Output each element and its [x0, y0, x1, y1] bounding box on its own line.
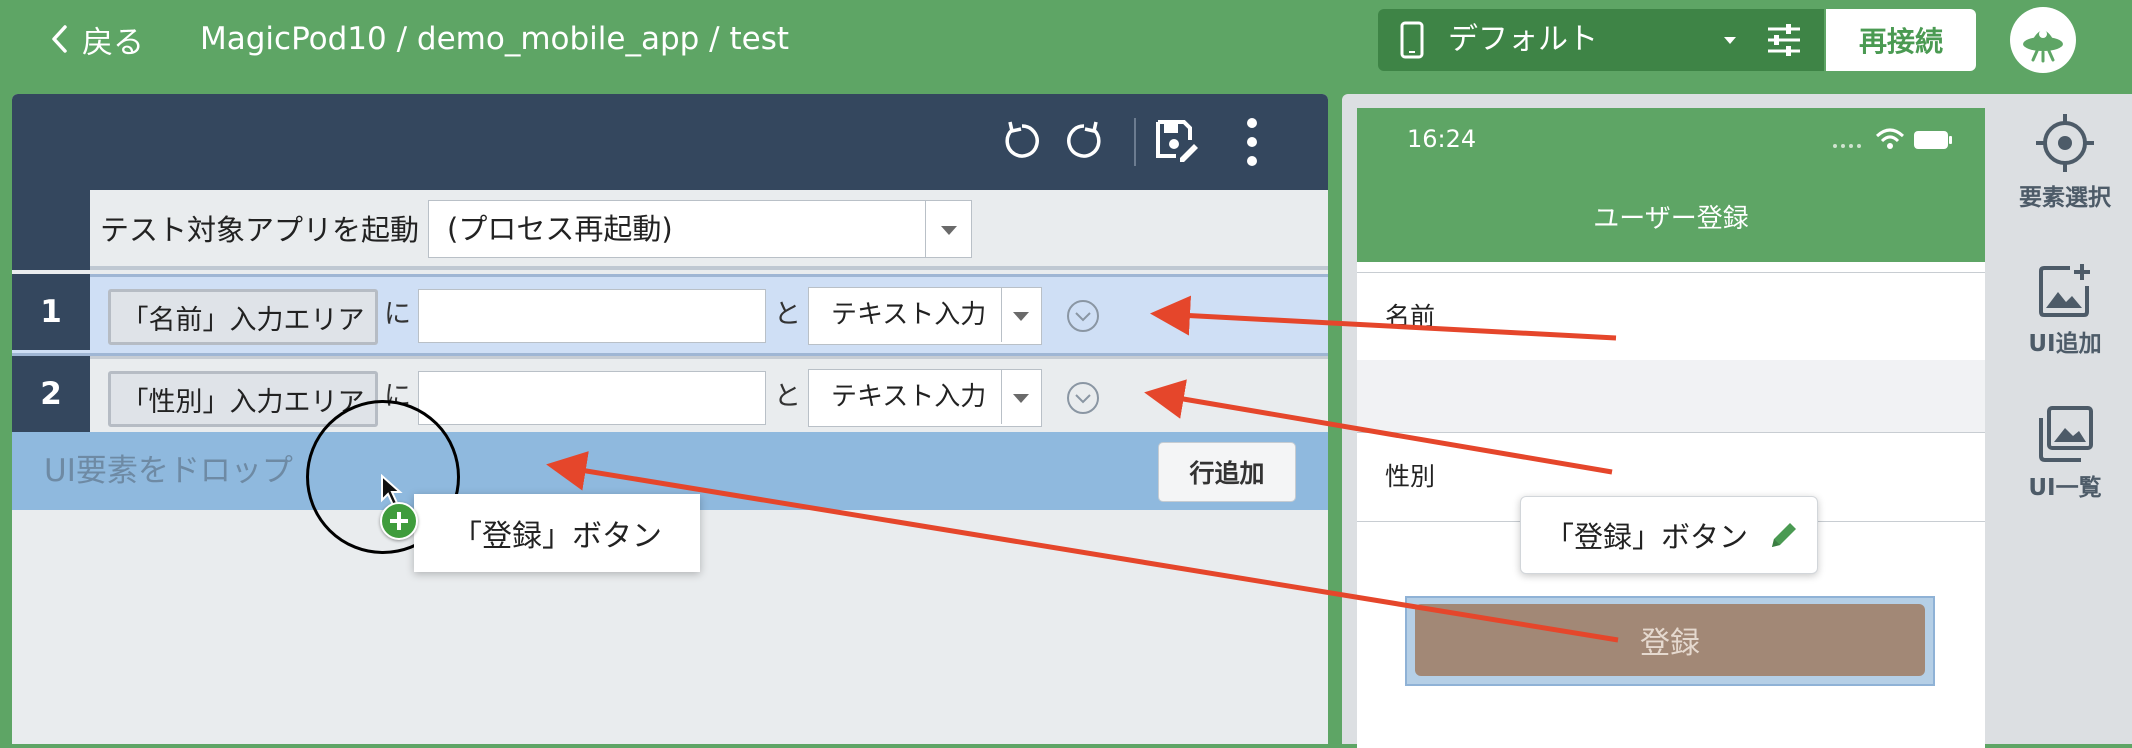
image-library-icon: [2039, 406, 2093, 462]
ui-list-label: UI一覧: [2028, 475, 2102, 501]
select-element-tool[interactable]: 要素選択: [2010, 112, 2120, 212]
editor-toolbar: [12, 94, 1328, 190]
more-vertical-icon[interactable]: [1246, 118, 1258, 166]
particle-to: と: [774, 299, 801, 330]
phone-icon: [1400, 21, 1424, 59]
back-button[interactable]: 戻る: [50, 14, 144, 64]
test-step-row[interactable]: 2 「性別」入力エリア に と テキスト入力: [12, 356, 1328, 435]
launch-option-dropdown-button[interactable]: [925, 201, 971, 257]
sliders-icon[interactable]: [1766, 23, 1802, 57]
add-row-button[interactable]: 行追加: [1158, 442, 1296, 502]
caret-down-icon: [1013, 394, 1029, 403]
back-label: 戻る: [82, 24, 144, 61]
text-value-input[interactable]: [418, 371, 766, 425]
reconnect-button[interactable]: 再接続: [1826, 9, 1976, 71]
redo-icon[interactable]: [1062, 118, 1106, 162]
row-number: 1: [12, 274, 90, 350]
particle-ni: に: [384, 299, 411, 330]
launch-step-label: テスト対象アプリを起動: [100, 213, 420, 247]
launch-option-value: (プロセス再起動): [447, 212, 673, 246]
row-number: 2: [12, 356, 90, 432]
ui-list-tool[interactable]: UI一覧: [2010, 404, 2120, 502]
breadcrumb: MagicPod10 / demo_mobile_app / test: [200, 21, 789, 57]
battery-icon: [1914, 131, 1952, 149]
caret-down-icon: [1013, 312, 1029, 321]
toolbar-divider: [1134, 118, 1136, 166]
particle-to: と: [774, 381, 801, 412]
expand-circle-icon[interactable]: [1066, 381, 1100, 415]
add-ui-tool[interactable]: UI追加: [2010, 262, 2120, 358]
plus-icon: [380, 502, 418, 540]
ufo-icon: [2023, 30, 2063, 63]
caret-down-icon: [940, 226, 957, 235]
action-select[interactable]: テキスト入力: [808, 369, 1042, 427]
test-editor-panel: テスト対象アプリを起動 (プロセス再起動) 1 「名前」入力エリア に と テキ…: [12, 94, 1328, 744]
phone-nav-title: ユーザー登録: [1357, 170, 1985, 262]
drag-element-label: 「登録」ボタン: [414, 494, 700, 572]
device-label: デフォルト: [1448, 22, 1598, 57]
action-value: テキスト入力: [831, 300, 987, 330]
phone-time: 16:24: [1407, 125, 1477, 153]
action-dropdown-button[interactable]: [1001, 288, 1040, 342]
phone-status-bar: 16:24: [1357, 108, 1985, 170]
save-edit-icon[interactable]: [1154, 118, 1200, 164]
device-selector[interactable]: デフォルト: [1378, 9, 1824, 71]
wifi-icon: [1875, 128, 1905, 149]
add-image-icon: [2039, 264, 2090, 317]
action-value: テキスト入力: [831, 382, 987, 412]
launch-option-select[interactable]: (プロセス再起動): [428, 200, 972, 258]
avatar[interactable]: [2010, 7, 2076, 73]
signal-icon: [1833, 144, 1861, 148]
phone-spacer: [1357, 360, 1985, 432]
action-select[interactable]: テキスト入力: [808, 287, 1042, 345]
expand-circle-icon[interactable]: [1066, 299, 1100, 333]
crosshair-icon: [2036, 114, 2094, 172]
action-dropdown-button[interactable]: [1001, 370, 1040, 424]
ui-element-chip[interactable]: 「名前」入力エリア: [108, 289, 378, 345]
undo-icon[interactable]: [1000, 118, 1044, 162]
test-step-row[interactable]: 1 「名前」入力エリア に と テキスト入力: [12, 274, 1328, 356]
phone-screen[interactable]: 16:24 ユーザー登録 名前 性別 登録: [1357, 108, 1985, 748]
pencil-icon[interactable]: [1768, 519, 1800, 551]
row-number-blank: [12, 190, 90, 270]
add-ui-label: UI追加: [2028, 331, 2102, 357]
phone-field-label: 性別: [1385, 462, 1436, 491]
select-element-label: 要素選択: [2019, 185, 2111, 211]
phone-field-label: 名前: [1385, 302, 1436, 331]
chevron-left-icon: [52, 25, 67, 53]
phone-register-button[interactable]: 登録: [1415, 604, 1925, 676]
tooltip-label: 「登録」ボタン: [1545, 520, 1749, 554]
caret-down-icon: [1724, 37, 1736, 44]
phone-field-name[interactable]: 名前: [1357, 272, 1985, 362]
text-value-input[interactable]: [418, 289, 766, 343]
drop-zone-text: UI要素をドロップ: [44, 453, 293, 489]
element-tooltip[interactable]: 「登録」ボタン: [1520, 496, 1818, 574]
